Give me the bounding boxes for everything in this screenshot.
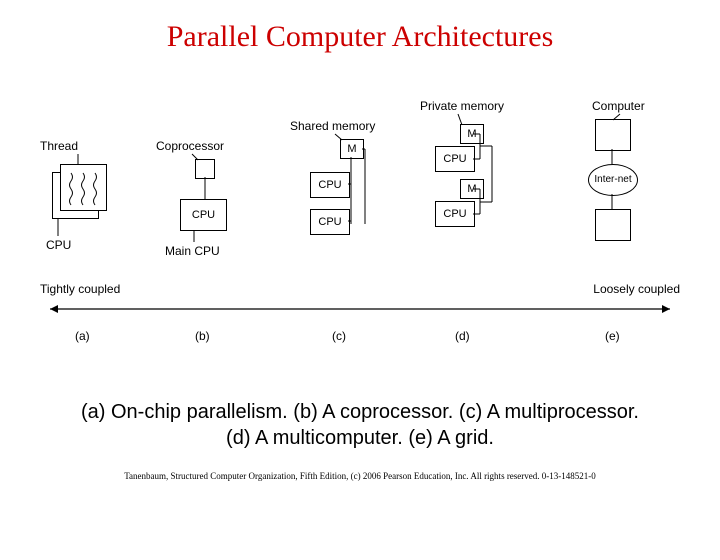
caption-line-1: (a) On-chip parallelism. (b) A coprocess… <box>81 401 639 423</box>
copyright-text: Tanenbaum, Structured Computer Organizat… <box>0 471 720 481</box>
architecture-diagram: Thread Coprocessor Shared memory Private… <box>40 64 680 374</box>
figure-caption: (a) On-chip parallelism. (b) A coprocess… <box>40 399 680 451</box>
caption-line-2: (d) A multicomputer. (e) A grid. <box>226 427 494 449</box>
col-c: (c) <box>332 329 346 343</box>
col-d: (d) <box>455 329 470 343</box>
coupling-axis <box>40 299 680 319</box>
wire-grid <box>40 64 680 274</box>
label-loosely: Loosely coupled <box>593 282 680 296</box>
label-tightly: Tightly coupled <box>40 282 120 296</box>
page-title: Parallel Computer Architectures <box>0 20 720 54</box>
col-b: (b) <box>195 329 210 343</box>
col-a: (a) <box>75 329 90 343</box>
col-e: (e) <box>605 329 620 343</box>
